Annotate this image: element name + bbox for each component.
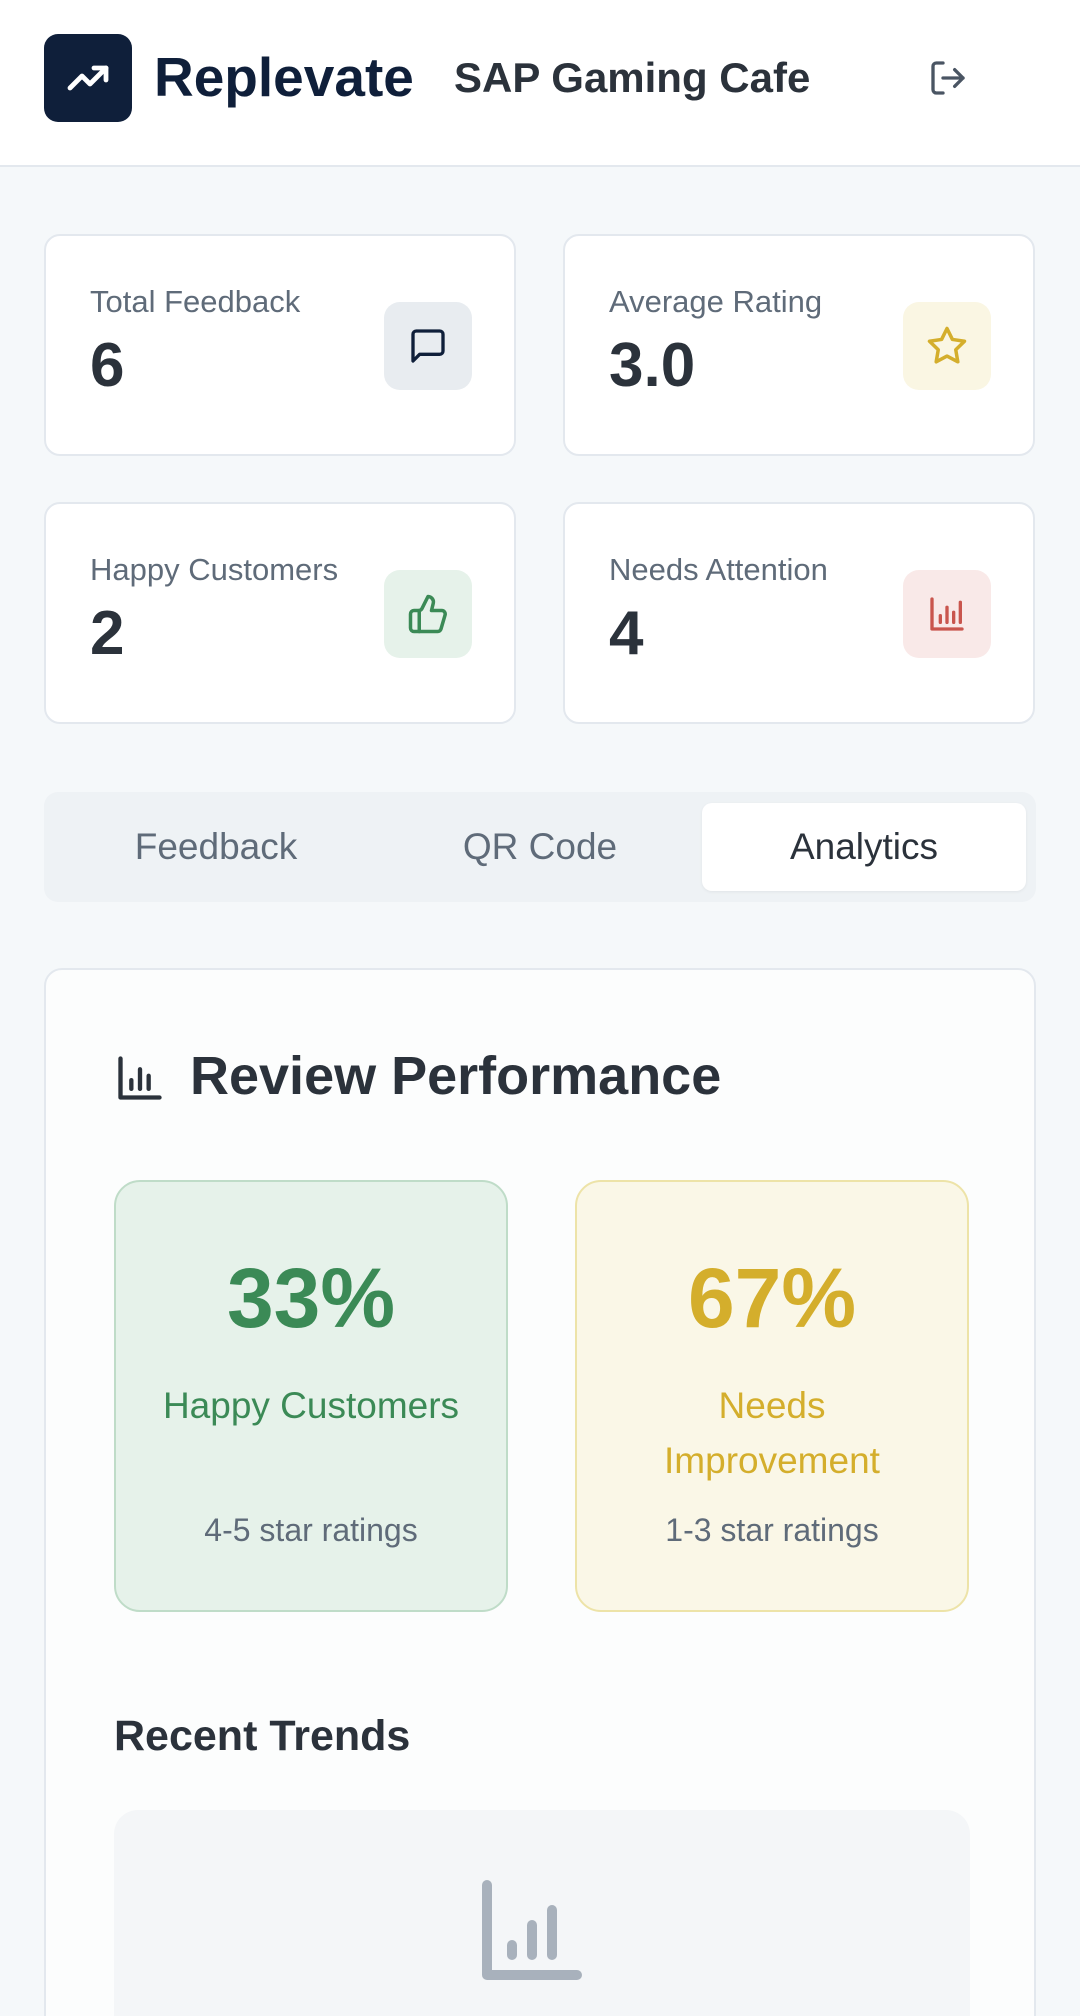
- logout-button[interactable]: [920, 50, 976, 106]
- metric-subtext: 4-5 star ratings: [204, 1512, 418, 1548]
- metric-label: Happy Customers: [162, 1385, 460, 1426]
- stat-value: 2: [90, 599, 125, 668]
- stat-label: Needs Attention: [609, 552, 828, 587]
- thumbs-up-icon: [384, 570, 472, 658]
- trends-placeholder: [114, 1810, 970, 2016]
- section-title: Recent Trends: [114, 1712, 411, 1760]
- needs-improvement-metric: 67% Needs Improvement 1-3 star ratings: [575, 1180, 969, 1612]
- metric-percent: 33%: [226, 1251, 396, 1345]
- stat-value: 3.0: [609, 331, 696, 400]
- analytics-panel: Review Performance 33% Happy Customers 4…: [44, 968, 1036, 2016]
- metric-subtext: 1-3 star ratings: [665, 1512, 879, 1548]
- app-header: Replevate SAP Gaming Cafe: [0, 0, 1080, 167]
- tab-feedback[interactable]: Feedback: [54, 803, 378, 891]
- tab-qr-code[interactable]: QR Code: [378, 803, 702, 891]
- bar-chart-icon: [114, 1052, 166, 1109]
- logout-icon: [931, 61, 965, 95]
- happy-customers-metric: 33% Happy Customers 4-5 star ratings: [114, 1180, 508, 1612]
- stat-card-average-rating: Average Rating 3.0: [563, 234, 1035, 456]
- stat-value: 4: [609, 599, 644, 668]
- bar-chart-icon: [472, 1870, 592, 1995]
- bar-chart-icon: [903, 570, 991, 658]
- stat-card-happy-customers: Happy Customers 2: [44, 502, 516, 724]
- stat-label: Average Rating: [609, 284, 823, 319]
- metric-label: Needs Improvement: [664, 1385, 880, 1481]
- stat-value: 6: [90, 331, 125, 400]
- business-name: SAP Gaming Cafe: [454, 54, 811, 101]
- star-icon: [903, 302, 991, 390]
- stat-card-needs-attention: Needs Attention 4: [563, 502, 1035, 724]
- stat-label: Total Feedback: [90, 284, 301, 319]
- panel-title: Review Performance: [190, 1046, 722, 1106]
- stat-label: Happy Customers: [90, 552, 339, 587]
- message-square-icon: [384, 302, 472, 390]
- tab-analytics[interactable]: Analytics: [702, 803, 1026, 891]
- tab-bar: Feedback QR Code Analytics: [44, 792, 1036, 902]
- metric-percent: 67%: [687, 1251, 857, 1345]
- brand-name: Replevate: [154, 46, 414, 108]
- stat-card-total-feedback: Total Feedback 6: [44, 234, 516, 456]
- trending-up-icon: [44, 34, 132, 122]
